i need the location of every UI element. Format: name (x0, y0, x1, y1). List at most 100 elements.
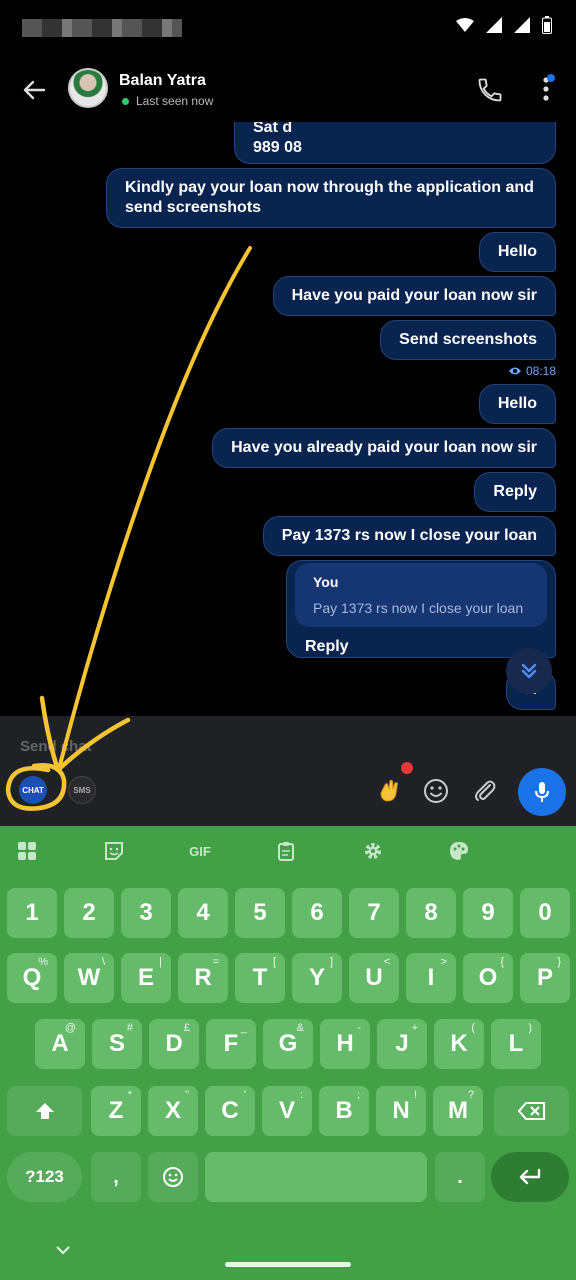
key-label: O (478, 964, 498, 991)
key-alt-label: : (299, 1089, 303, 1101)
clipboard-icon[interactable] (273, 838, 299, 864)
key-v[interactable]: V: (262, 1086, 312, 1136)
key-9[interactable]: 9 (463, 888, 513, 938)
key-alt-label: @ (64, 1022, 76, 1034)
key-l[interactable]: L) (491, 1019, 541, 1069)
key-label: 9 (481, 899, 495, 926)
gesture-nav-handle[interactable] (225, 1262, 351, 1267)
symbols-key[interactable]: ?123 (7, 1152, 82, 1202)
sms-mode-button[interactable]: SMS (68, 776, 96, 804)
hide-keyboard-chevron-icon[interactable] (54, 1244, 72, 1256)
key-6[interactable]: 6 (292, 888, 342, 938)
message-list[interactable]: Sat d 989 08 Kindly pay your loan now th… (0, 122, 576, 716)
online-indicator (122, 97, 129, 105)
key-y[interactable]: Y] (292, 953, 342, 1003)
quoted-message[interactable]: You Pay 1373 rs now I close your loan (295, 563, 547, 627)
key-label: G (278, 1030, 298, 1057)
key-h[interactable]: H- (320, 1019, 370, 1069)
emoji-icon (424, 779, 448, 803)
reply-message-bubble[interactable]: You Pay 1373 rs now I close your loan Re… (286, 560, 556, 658)
key-q[interactable]: Q% (7, 953, 57, 1003)
key-0[interactable]: 0 (520, 888, 570, 938)
apps-grid-icon[interactable] (14, 838, 40, 864)
notification-dot (401, 762, 413, 774)
key-1[interactable]: 1 (7, 888, 57, 938)
key-alt-label: | (159, 956, 162, 968)
key-k[interactable]: K( (434, 1019, 484, 1069)
key-alt-label: ; (356, 1089, 360, 1101)
key-label: R (194, 964, 212, 991)
attach-button[interactable] (470, 776, 500, 806)
key-m[interactable]: M? (433, 1086, 483, 1136)
space-bar[interactable] (205, 1152, 427, 1202)
settings-gear-icon[interactable] (360, 838, 386, 864)
key-x[interactable]: X " (148, 1086, 198, 1136)
key-f[interactable]: F _ (206, 1019, 256, 1069)
back-arrow-icon[interactable] (18, 74, 50, 106)
contact-name[interactable]: Balan Yatra (119, 72, 206, 90)
key-p[interactable]: P} (520, 953, 570, 1003)
key-label: I (427, 964, 435, 991)
key-u[interactable]: U < (349, 953, 399, 1003)
key-3[interactable]: 3 (121, 888, 171, 938)
enter-key[interactable] (491, 1152, 569, 1202)
emoji-key[interactable] (148, 1152, 198, 1202)
key-j[interactable]: J + (377, 1019, 427, 1069)
chat-mode-button[interactable]: CHAT (19, 776, 47, 804)
message-bubble[interactable]: Have you already paid your loan now sir (212, 428, 556, 468)
message-bubble[interactable]: Pay 1373 rs now I close your loan (262, 516, 556, 556)
key-alt-label: £ (183, 1022, 190, 1034)
key-g[interactable]: G & (263, 1019, 313, 1069)
key-i[interactable]: I > (406, 953, 456, 1003)
key-label: 2 (82, 899, 96, 926)
signal-icon-2 (514, 17, 530, 33)
key-label: 8 (424, 899, 438, 926)
voice-message-button[interactable] (518, 768, 566, 816)
more-options-icon[interactable] (540, 74, 556, 104)
key-s[interactable]: S # (92, 1019, 142, 1069)
key-c[interactable]: C ' (205, 1086, 255, 1136)
message-bubble[interactable]: Hello (478, 232, 556, 272)
microphone-icon (535, 782, 549, 802)
key-b[interactable]: B; (319, 1086, 369, 1136)
gif-button[interactable]: GIF (187, 838, 213, 864)
key-o[interactable]: O{ (463, 953, 513, 1003)
sticker-icon[interactable] (101, 838, 127, 864)
emoji-button[interactable] (421, 776, 451, 806)
last-seen-text: Last seen now (136, 94, 214, 108)
message-bubble[interactable]: Hello (478, 384, 556, 424)
key-7[interactable]: 7 (349, 888, 399, 938)
scroll-to-bottom-button[interactable] (506, 648, 552, 694)
key-2[interactable]: 2 (64, 888, 114, 938)
key-alt-label: [ (272, 956, 276, 968)
key-t[interactable]: T[ (235, 953, 285, 1003)
key-e[interactable]: E | (121, 953, 171, 1003)
message-bubble[interactable]: Reply (474, 472, 556, 512)
key-8[interactable]: 8 (406, 888, 456, 938)
theme-palette-icon[interactable] (446, 838, 472, 864)
message-bubble-partial[interactable]: Sat d 989 08 (234, 122, 556, 164)
key-alt-label: } (557, 956, 561, 968)
key-w[interactable]: W \ (64, 953, 114, 1003)
key-label: V (278, 1097, 295, 1124)
shift-key[interactable] (7, 1086, 82, 1136)
message-bubble[interactable]: Kindly pay your loan now through the app… (106, 168, 556, 228)
message-bubble[interactable]: Have you paid your loan now sir (272, 276, 556, 316)
comma-key[interactable]: , (91, 1152, 141, 1202)
wave-sticker-button[interactable] (374, 776, 404, 806)
key-a[interactable]: A @ (35, 1019, 85, 1069)
key-d[interactable]: D £ (149, 1019, 199, 1069)
message-input[interactable]: Send chat (20, 738, 92, 755)
phone-icon[interactable] (476, 76, 504, 104)
key-label: Q (22, 964, 42, 991)
key-4[interactable]: 4 (178, 888, 228, 938)
key-n[interactable]: N! (376, 1086, 426, 1136)
message-timestamp: 08:18 (508, 364, 556, 378)
backspace-key[interactable] (494, 1086, 569, 1136)
avatar[interactable] (68, 68, 108, 108)
message-bubble[interactable]: Send screenshots (380, 320, 556, 360)
key-5[interactable]: 5 (235, 888, 285, 938)
key-r[interactable]: R = (178, 953, 228, 1003)
key-z[interactable]: Z * (91, 1086, 141, 1136)
period-key[interactable]: . (435, 1152, 485, 1202)
